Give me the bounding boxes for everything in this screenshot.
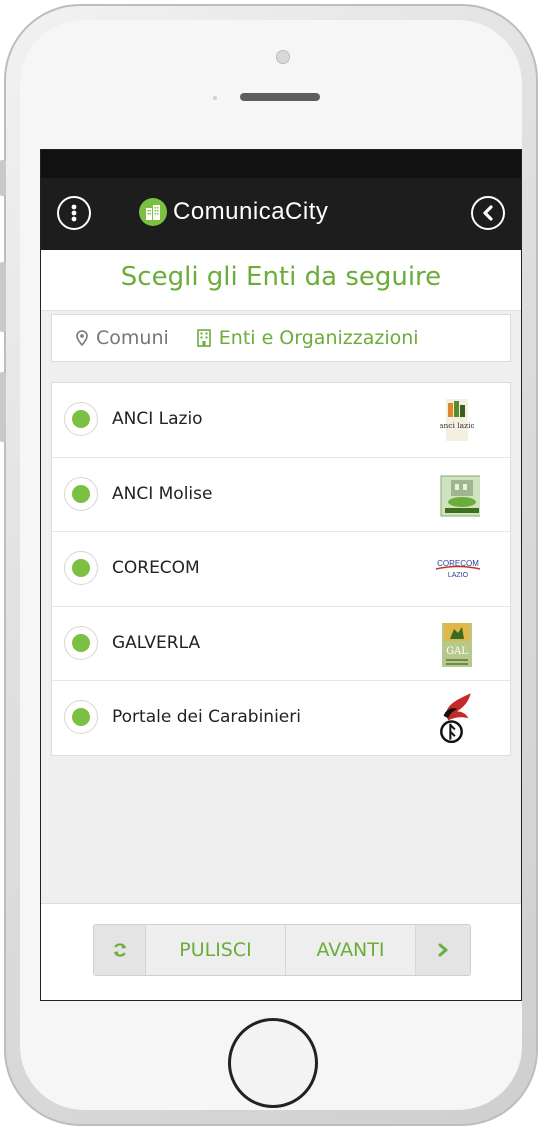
radio-selected-dot <box>72 559 90 577</box>
menu-button[interactable] <box>57 196 91 230</box>
anci-molise-logo <box>440 475 480 516</box>
next-arrow-button[interactable] <box>416 925 470 975</box>
mute-switch <box>0 160 6 196</box>
corecom-logo-text-bottom: LAZIO <box>448 572 469 579</box>
list-item[interactable]: GALVERLA GAL <box>52 607 510 681</box>
anci-lazio-logo: anci lazio <box>440 399 474 441</box>
list-item[interactable]: Portale dei Carabinieri <box>52 681 510 755</box>
list-item[interactable]: CORECOM CORECOM LAZIO <box>52 532 510 607</box>
proximity-sensor <box>213 96 217 100</box>
tab-comuni-label: Comuni <box>96 327 169 349</box>
entity-name: ANCI Lazio <box>112 409 203 429</box>
app-brand: ComunicaCity <box>139 198 328 226</box>
galverla-logo-text: GAL <box>446 646 468 657</box>
vertical-dots-icon <box>71 204 77 222</box>
anci-lazio-logo-text-1: anci lazio <box>440 421 474 430</box>
page-title: Scegli gli Enti da seguire <box>120 262 442 292</box>
refresh-icon <box>113 943 126 957</box>
app-name: ComunicaCity <box>173 198 329 225</box>
corecom-logo: CORECOM LAZIO <box>435 559 481 579</box>
action-button-group: PULISCI AVANTI <box>93 924 471 976</box>
bottom-action-bar: PULISCI AVANTI <box>41 903 521 1000</box>
front-camera <box>276 50 290 64</box>
title-bar: Scegli gli Enti da seguire <box>41 250 521 311</box>
radio-button[interactable] <box>64 476 98 511</box>
tab-comuni[interactable]: Comuni <box>76 315 169 361</box>
app-header: ComunicaCity <box>41 178 521 250</box>
app-screen: ComunicaCity Scegli gli Enti da seguire … <box>40 149 522 1001</box>
status-bar <box>41 150 521 178</box>
chevron-left-icon <box>483 205 493 221</box>
building-icon <box>196 329 211 347</box>
tab-enti-label: Enti e Organizzazioni <box>218 327 419 349</box>
galverla-logo: GAL <box>442 622 472 667</box>
clear-button[interactable]: PULISCI <box>146 925 286 975</box>
carabinieri-logo <box>440 693 471 743</box>
radio-selected-dot <box>72 410 90 428</box>
refresh-button[interactable] <box>94 925 146 975</box>
category-tabs: Comuni Enti e Organizzazioni <box>51 314 511 362</box>
entity-name: ANCI Molise <box>112 483 213 504</box>
entity-list: ANCI Lazio anci lazio ANCI Molise CORECO… <box>51 382 511 756</box>
entity-name: Portale dei Carabinieri <box>112 707 301 727</box>
radio-button[interactable] <box>64 402 98 436</box>
chevron-right-icon <box>438 943 448 957</box>
map-marker-icon <box>76 330 88 346</box>
city-logo-icon <box>139 198 167 226</box>
back-button[interactable] <box>471 196 505 230</box>
radio-selected-dot <box>72 484 90 503</box>
volume-up-button <box>0 262 6 332</box>
earpiece-speaker <box>240 93 320 101</box>
radio-button[interactable] <box>64 551 98 585</box>
radio-button[interactable] <box>64 700 98 734</box>
list-item[interactable]: ANCI Molise <box>52 458 510 532</box>
radio-selected-dot <box>72 633 90 652</box>
home-button[interactable] <box>228 1018 318 1108</box>
entity-name: GALVERLA <box>112 632 201 653</box>
tab-enti-organizzazioni[interactable]: Enti e Organizzazioni <box>196 315 419 361</box>
next-button[interactable]: AVANTI <box>286 925 416 975</box>
radio-selected-dot <box>72 708 90 726</box>
list-item[interactable]: ANCI Lazio anci lazio <box>52 383 510 458</box>
entity-name: CORECOM <box>112 558 200 578</box>
radio-button[interactable] <box>64 625 98 660</box>
volume-down-button <box>0 372 6 442</box>
